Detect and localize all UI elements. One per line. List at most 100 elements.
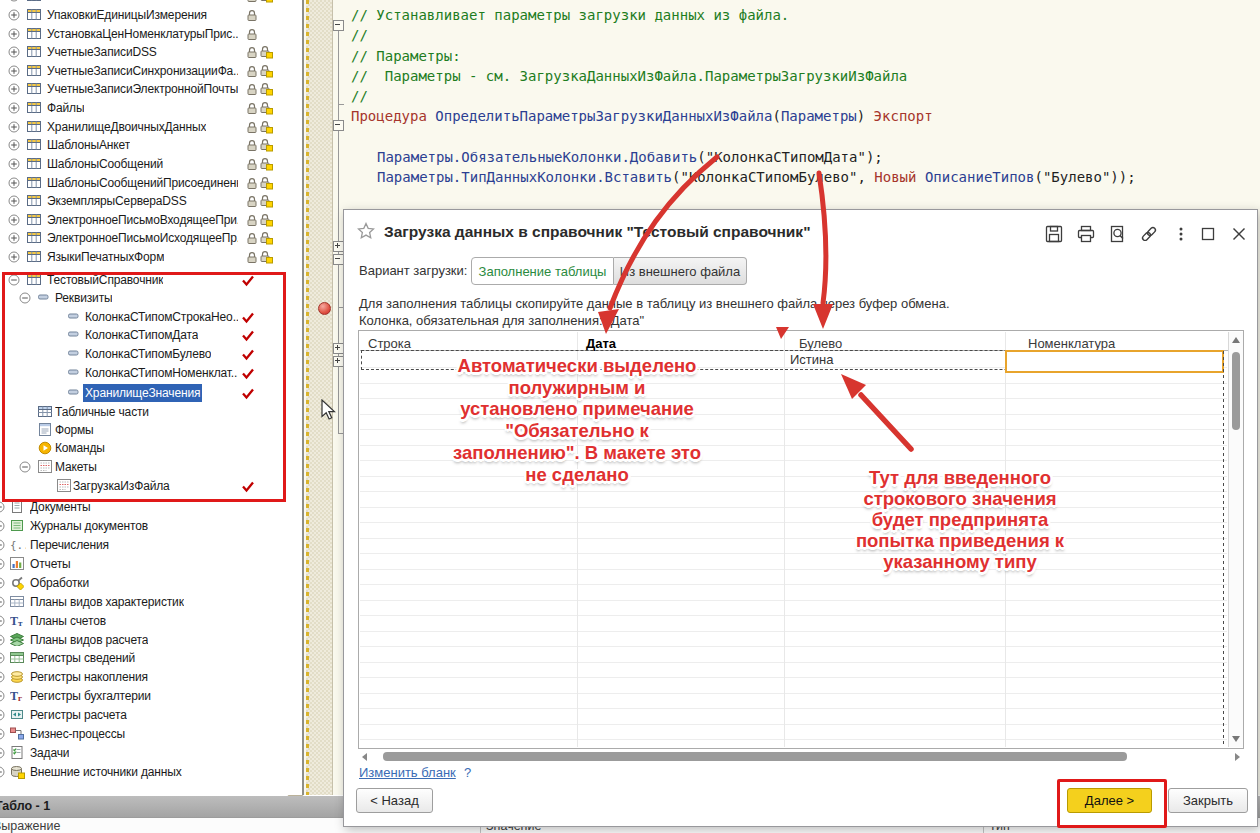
tab-from-file[interactable]: Из внешнего файла — [614, 257, 747, 285]
expand-icon[interactable] — [8, 158, 20, 170]
expand-icon[interactable] — [0, 709, 5, 721]
expand-icon[interactable] — [0, 539, 5, 551]
tree-item[interactable]: ШаблоныАнкет — [0, 136, 302, 154]
tree-item[interactable]: Планы видов характеристик — [0, 593, 302, 611]
breakpoint-icon[interactable] — [318, 302, 331, 315]
expand-icon[interactable] — [8, 0, 20, 2]
favorite-star-icon[interactable] — [357, 222, 375, 244]
active-cell[interactable] — [1005, 350, 1224, 373]
back-button[interactable]: < Назад — [356, 788, 433, 813]
close-icon[interactable] — [1230, 225, 1250, 245]
collapse-icon[interactable] — [19, 292, 31, 304]
tree-item[interactable]: ЯзыкиПечатныхФорм — [0, 248, 302, 266]
tree-item[interactable]: Регистры сведений — [0, 649, 302, 667]
maximize-icon[interactable] — [1199, 225, 1219, 245]
close-button[interactable]: Закрыть — [1168, 788, 1248, 813]
tree-item[interactable]: Отчеты — [0, 555, 302, 573]
code-text[interactable]: // Устанавливает параметры загрузки данн… — [351, 5, 1251, 188]
tree-item[interactable]: Файлы — [0, 99, 302, 117]
column-header[interactable]: Номенклатура — [1028, 336, 1115, 351]
expand-icon[interactable] — [8, 28, 20, 40]
tree-item[interactable]: Регистры расчета — [0, 706, 302, 724]
expand-icon[interactable] — [0, 520, 5, 532]
expand-icon[interactable] — [0, 766, 5, 778]
tree-item[interactable]: Табличные части — [0, 403, 302, 421]
more-icon[interactable] — [1172, 225, 1192, 245]
tree-item[interactable]: Задачи — [0, 744, 302, 762]
tree-item[interactable]: ЭкземплярыСервераDSS — [0, 192, 302, 210]
metadata-tree[interactable]: УпаковкиЕдиницыИзмеренияУстановкаЦенНоме… — [0, 0, 302, 795]
expand-icon[interactable] — [8, 9, 20, 21]
tree-item[interactable]: ШаблоныСообщений — [0, 155, 302, 173]
tree-item[interactable]: TгРегистры бухгалтерии — [0, 687, 302, 705]
expand-icon[interactable] — [8, 121, 20, 133]
collapse-icon[interactable] — [8, 274, 20, 286]
data-table[interactable]: СтрокаДатаБулевоНоменклатура Истина — [358, 330, 1244, 749]
expand-icon[interactable] — [8, 102, 20, 114]
table-vscroll-thumb[interactable] — [1232, 352, 1240, 430]
expand-icon[interactable] — [8, 46, 20, 58]
table-hscrollbar[interactable] — [359, 749, 1243, 763]
expand-icon[interactable] — [0, 634, 5, 646]
tab-fill-table[interactable]: Заполнение таблицы — [471, 257, 614, 285]
column-header[interactable]: Булево — [799, 336, 842, 351]
tree-item[interactable]: Реквизиты — [0, 289, 302, 307]
help-link[interactable]: ? — [464, 765, 471, 780]
tree-item[interactable]: КолонкаСТипомДата — [0, 326, 302, 344]
scroll-up-icon[interactable] — [1232, 337, 1240, 343]
link-icon[interactable] — [1140, 225, 1160, 245]
panel-splitter[interactable] — [302, 0, 304, 795]
print-icon[interactable] — [1077, 225, 1097, 245]
tree-item[interactable]: Макеты — [0, 458, 302, 476]
scroll-left-icon[interactable] — [362, 753, 367, 761]
expand-icon[interactable] — [0, 558, 5, 570]
expand-icon[interactable] — [0, 501, 5, 513]
tree-item[interactable]: ТестовыйСправочник — [0, 271, 302, 289]
tree-item[interactable]: УчетныеЗаписиЭлектроннойПочты — [0, 80, 302, 98]
tree-item[interactable]: ЗагрузкаИзФайла — [0, 477, 302, 495]
edit-form-link[interactable]: Изменить бланк — [359, 765, 456, 780]
tree-item[interactable]: {..}Перечисления — [0, 536, 302, 554]
expand-icon[interactable] — [8, 65, 20, 77]
expand-icon[interactable] — [0, 728, 5, 740]
tree-item[interactable]: ЭлектронноеПисьмоВходящееПри... — [0, 211, 302, 229]
scroll-right-icon[interactable] — [1235, 753, 1240, 761]
tree-item[interactable] — [0, 0, 302, 5]
fold-collapse-icon[interactable] — [333, 20, 344, 31]
tree-item[interactable]: ШаблоныСообщенийПрисоединенн... — [0, 174, 302, 192]
expand-icon[interactable] — [0, 690, 5, 702]
tree-item[interactable]: TтПланы счетов — [0, 612, 302, 630]
expand-icon[interactable] — [0, 615, 5, 627]
preview-icon[interactable] — [1109, 225, 1129, 245]
expand-icon[interactable] — [0, 671, 5, 683]
column-header[interactable]: Строка — [368, 336, 411, 351]
tree-item[interactable]: ХранилищеДвоичныхДанных — [0, 118, 302, 136]
tree-item[interactable]: КолонкаСТипомСтрокаНео... — [0, 308, 302, 326]
tree-item[interactable]: Обработки — [0, 574, 302, 592]
tree-item[interactable]: Планы видов расчета — [0, 631, 302, 649]
tree-item[interactable]: ЭлектронноеПисьмоИсходящееПр... — [0, 229, 302, 247]
tree-item[interactable]: КолонкаСТипомБулево — [0, 345, 302, 363]
expand-icon[interactable] — [8, 251, 20, 263]
column-header[interactable]: Дата — [586, 336, 616, 351]
tree-item[interactable]: УстановкаЦенНоменклатурыПрис... — [0, 25, 302, 43]
collapse-icon[interactable] — [19, 461, 31, 473]
tree-item[interactable]: Журналы документов — [0, 517, 302, 535]
expand-icon[interactable] — [8, 232, 20, 244]
tree-item[interactable]: УчетныеЗаписиСинхронизацииФа... — [0, 62, 302, 80]
expand-icon[interactable] — [0, 596, 5, 608]
table-hscroll-thumb[interactable] — [383, 752, 1127, 761]
save-icon[interactable] — [1045, 225, 1065, 245]
tree-item[interactable]: Формы — [0, 421, 302, 439]
tree-item[interactable]: Внешние источники данных — [0, 763, 302, 781]
expand-icon[interactable] — [0, 577, 5, 589]
tree-item[interactable]: УпаковкиЕдиницыИзмерения — [0, 6, 302, 24]
fold-collapse-icon[interactable] — [333, 120, 344, 131]
expand-icon[interactable] — [8, 214, 20, 226]
scroll-down-icon[interactable] — [1232, 736, 1240, 742]
tree-item[interactable]: КолонкаСТипомНоменклат... — [0, 364, 302, 382]
expand-icon[interactable] — [0, 747, 5, 759]
expand-icon[interactable] — [0, 652, 5, 664]
tree-item[interactable]: Бизнес-процессы — [0, 725, 302, 743]
expand-icon[interactable] — [8, 195, 20, 207]
